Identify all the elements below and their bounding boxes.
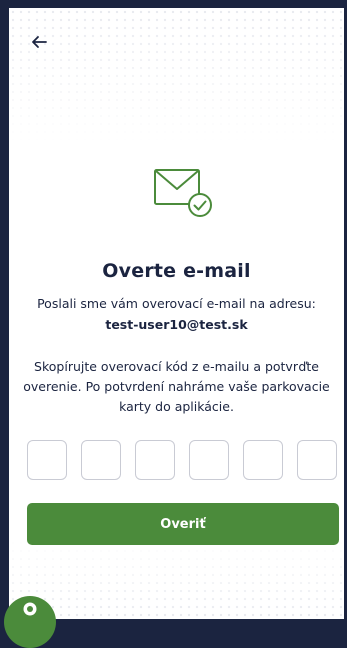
email-address: test-user10@test.sk bbox=[105, 317, 248, 332]
verify-email-screen: Overte e-mail Poslali sme vám overovací … bbox=[9, 8, 344, 619]
help-chat-icon bbox=[23, 602, 37, 616]
arrow-left-icon bbox=[32, 36, 47, 48]
dot-pattern-bottom bbox=[9, 539, 344, 619]
envelope-check-icon bbox=[154, 169, 212, 217]
sent-message: Poslali sme vám overovací e-mail na adre… bbox=[37, 296, 316, 311]
verification-code-inputs bbox=[27, 440, 339, 482]
instructions-text: Skopírujte overovací kód z e-mailu a pot… bbox=[23, 359, 330, 414]
code-digit-4[interactable] bbox=[189, 440, 229, 480]
page-title: Overte e-mail bbox=[102, 260, 251, 282]
code-digit-5[interactable] bbox=[243, 440, 283, 480]
code-digit-3[interactable] bbox=[135, 440, 175, 480]
help-button[interactable] bbox=[4, 596, 56, 648]
app-frame: Overte e-mail Poslali sme vám overovací … bbox=[0, 0, 347, 648]
back-button[interactable] bbox=[27, 32, 51, 52]
verify-button-label: Overiť bbox=[160, 516, 206, 532]
code-digit-6[interactable] bbox=[297, 440, 337, 480]
verify-button[interactable]: Overiť bbox=[27, 503, 339, 545]
code-digit-2[interactable] bbox=[81, 440, 121, 480]
code-digit-1[interactable] bbox=[27, 440, 67, 480]
dot-pattern-top bbox=[9, 8, 344, 143]
